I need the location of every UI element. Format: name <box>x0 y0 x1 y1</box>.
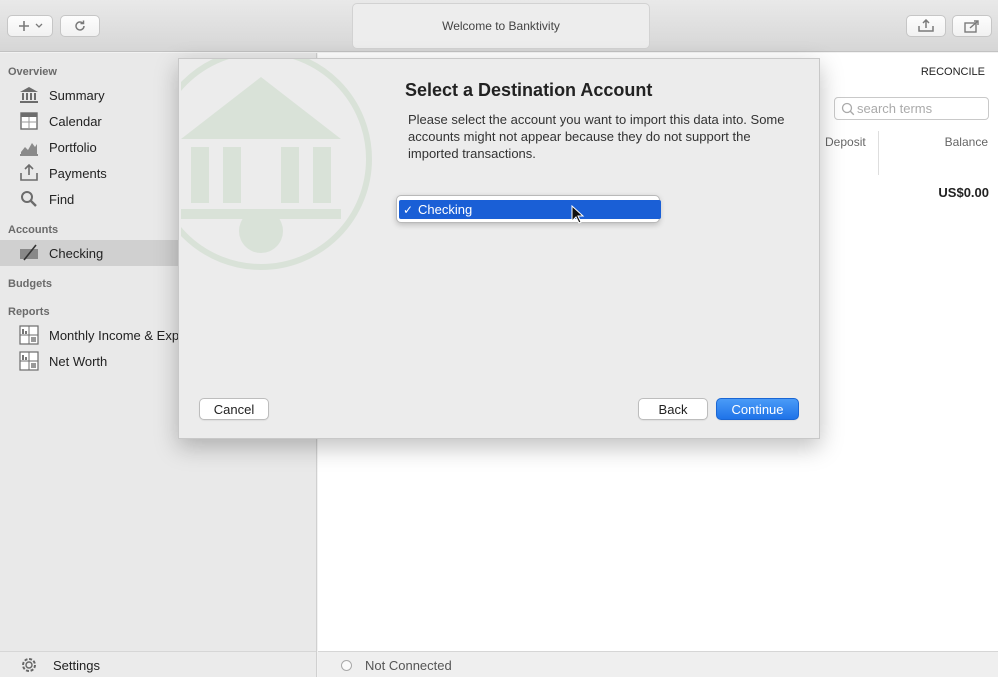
sidebar-item-label: Net Worth <box>49 353 108 369</box>
share-button[interactable] <box>952 15 992 37</box>
import-button[interactable] <box>906 15 946 37</box>
sidebar-item-label: Summary <box>49 87 105 103</box>
checkmark-icon: ✓ <box>403 202 414 217</box>
checking-icon <box>19 243 39 263</box>
connection-status-icon <box>341 660 352 671</box>
bank-watermark-icon <box>181 59 372 270</box>
column-divider <box>878 131 879 175</box>
continue-button[interactable]: Continue <box>716 398 799 420</box>
search-placeholder: search terms <box>857 101 933 116</box>
account-select[interactable]: ✓ Checking <box>396 195 661 223</box>
accounts-section-header: Accounts <box>8 224 59 236</box>
calendar-icon <box>19 111 39 131</box>
account-option-checking[interactable]: ✓ Checking <box>399 200 656 219</box>
sidebar-item-label: Portfolio <box>49 139 97 155</box>
sidebar-item-label: Find <box>49 191 75 207</box>
cancel-button[interactable]: Cancel <box>199 398 269 420</box>
add-button[interactable] <box>7 15 53 37</box>
account-option-label: Checking <box>418 202 473 217</box>
report-icon <box>19 325 39 345</box>
mouse-cursor-icon <box>571 205 585 224</box>
magnifier-icon <box>19 189 39 209</box>
chevron-up-down-icon <box>652 200 661 219</box>
sidebar-item-label: Checking <box>49 245 104 261</box>
window-title: Welcome to Banktivity <box>352 3 650 49</box>
refresh-button[interactable] <box>60 15 100 37</box>
overview-section-header: Overview <box>8 66 57 78</box>
bank-icon <box>19 85 39 105</box>
refresh-icon <box>75 20 85 31</box>
back-button[interactable]: Back <box>638 398 708 420</box>
column-header-balance[interactable]: Balance <box>945 135 988 149</box>
report-icon <box>19 351 39 371</box>
sidebar-item-label: Payments <box>49 165 107 181</box>
share-icon <box>964 20 979 33</box>
payments-icon <box>19 163 39 183</box>
balance-value: US$0.00 <box>938 185 989 200</box>
destination-account-dialog: Select a Destination Account Please sele… <box>178 58 820 439</box>
status-bar: Not Connected <box>318 651 998 677</box>
connection-status: Not Connected <box>365 658 452 673</box>
gear-icon[interactable] <box>19 655 39 675</box>
search-input[interactable]: search terms <box>834 97 989 120</box>
portfolio-icon <box>19 137 39 157</box>
plus-icon <box>19 21 43 31</box>
toolbar: Welcome to Banktivity <box>0 0 998 52</box>
sidebar-footer: Settings <box>0 651 316 677</box>
reconcile-button[interactable]: RECONCILE <box>921 66 985 78</box>
import-icon <box>918 19 934 32</box>
settings-label[interactable]: Settings <box>53 658 100 673</box>
dialog-title: Select a Destination Account <box>405 80 653 100</box>
budgets-section-header[interactable]: Budgets <box>8 278 52 290</box>
sidebar-item-label: Calendar <box>49 113 102 129</box>
dialog-description: Please select the account you want to im… <box>408 112 785 161</box>
column-header-deposit[interactable]: Deposit <box>825 135 866 149</box>
search-icon <box>841 102 855 116</box>
reports-section-header: Reports <box>8 306 50 318</box>
